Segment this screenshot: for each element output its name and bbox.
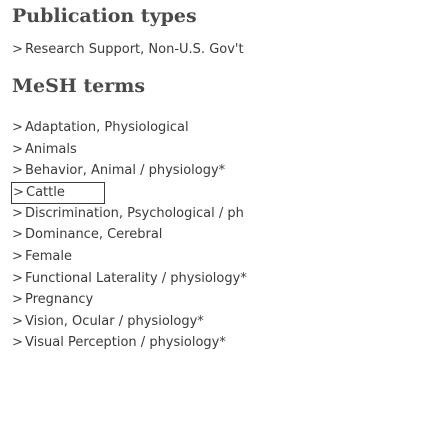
chevron-right-icon: > xyxy=(12,313,23,329)
mesh-term-item[interactable]: > Visual Perception / physiology* xyxy=(12,332,448,354)
mesh-term-label: Dominance, Cerebral xyxy=(25,227,163,243)
chevron-right-icon: > xyxy=(12,141,23,157)
chevron-right-icon: > xyxy=(12,227,23,243)
publication-types-list: > Research Support, Non-U.S. Gov't xyxy=(12,39,448,61)
mesh-term-item[interactable]: > Female xyxy=(12,246,448,268)
mesh-term-label: Pregnancy xyxy=(25,292,94,308)
mesh-term-item[interactable]: > Dominance, Cerebral xyxy=(12,224,448,246)
chevron-right-icon: > xyxy=(12,270,23,286)
mesh-term-item[interactable]: > Behavior, Animal / physiology* xyxy=(12,160,448,182)
mesh-term-label: Cattle xyxy=(26,184,65,200)
chevron-right-icon: > xyxy=(12,292,23,308)
mesh-term-item[interactable]: > Animals xyxy=(12,139,448,161)
mesh-term-label: Visual Perception / physiology* xyxy=(25,335,226,351)
chevron-right-icon: > xyxy=(12,163,23,179)
mesh-term-label: Discrimination, Psychological / ph xyxy=(25,205,244,221)
mesh-term-item[interactable]: > Discrimination, Psychological / ph xyxy=(12,203,448,225)
chevron-right-icon: > xyxy=(12,205,23,221)
scroll-fade xyxy=(0,415,448,448)
mesh-term-item[interactable]: > Pregnancy xyxy=(12,289,448,311)
mesh-term-item[interactable]: > Adaptation, Physiological xyxy=(12,117,448,139)
mesh-term-label: Adaptation, Physiological xyxy=(25,120,189,135)
mesh-terms-list: > Adaptation, Physiological > Animals > Beh… xyxy=(11,117,448,354)
publication-type-item[interactable]: > Research Support, Non-U.S. Gov't xyxy=(12,39,448,61)
mesh-term-label: Behavior, Animal / physiology* xyxy=(25,163,226,179)
chevron-right-icon: > xyxy=(12,248,23,264)
mesh-term-label: Vision, Ocular / physiology* xyxy=(25,313,204,329)
publication-types-heading: Publication types xyxy=(12,5,197,27)
mesh-term-label: Functional Laterality / physiology* xyxy=(25,270,247,286)
mesh-term-label: Animals xyxy=(25,141,77,157)
mesh-terms-heading: MeSH terms xyxy=(12,75,146,97)
chevron-right-icon: > xyxy=(13,184,24,200)
mesh-term-item[interactable]: > Functional Laterality / physiology* xyxy=(12,268,448,290)
chevron-right-icon: > xyxy=(12,335,23,351)
mesh-term-label: Female xyxy=(25,248,73,264)
chevron-right-icon: > xyxy=(12,120,23,135)
chevron-right-icon: > xyxy=(12,42,23,57)
publication-type-label: Research Support, Non-U.S. Gov't xyxy=(25,42,244,57)
mesh-term-item[interactable]: > Vision, Ocular / physiology* xyxy=(12,311,448,333)
mesh-term-item-focused[interactable]: > Cattle xyxy=(11,181,105,204)
